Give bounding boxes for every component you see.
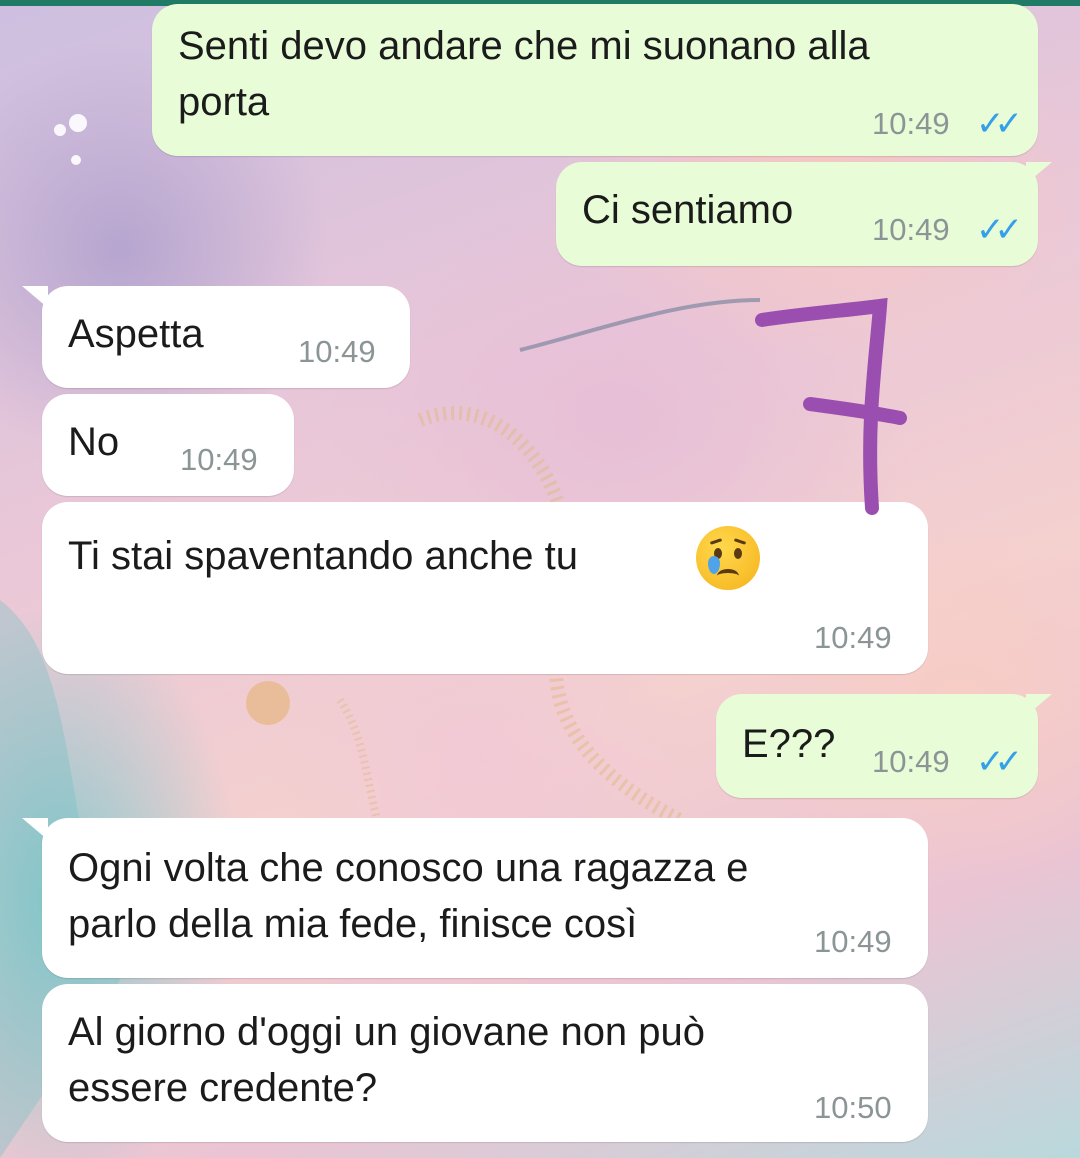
message-text: Al giorno d'oggi un giovane non può esse… <box>68 1010 706 1110</box>
read-receipt-icon: ✓✓ <box>976 743 1023 781</box>
message-text: E??? <box>742 722 836 766</box>
message-bubble-incoming[interactable]: No 10:49 <box>42 394 294 496</box>
message-text: Ci sentiamo <box>582 188 794 232</box>
bubble-tail <box>1026 162 1052 184</box>
message-bubble-outgoing[interactable]: E??? 10:49 ✓✓ <box>716 694 1052 798</box>
message-time: 10:49 <box>872 106 950 141</box>
message-time: 10:49 <box>180 442 258 477</box>
message-bubble-incoming[interactable]: Ogni volta che conosco una ragazza e par… <box>22 818 928 978</box>
message-bubble-incoming[interactable]: Al giorno d'oggi un giovane non può esse… <box>42 984 928 1142</box>
message-bubble-outgoing[interactable]: Senti devo andare che mi suonano alla po… <box>152 4 1038 156</box>
message-time: 10:49 <box>298 334 376 369</box>
message-time: 10:50 <box>814 1090 892 1125</box>
read-receipt-icon: ✓✓ <box>976 105 1023 143</box>
crying-face-emoji-icon <box>696 526 760 590</box>
message-text: Ogni volta che conosco una ragazza e par… <box>68 846 749 946</box>
message-bubble-incoming[interactable]: Aspetta 10:49 <box>22 286 410 388</box>
message-time: 10:49 <box>872 212 950 247</box>
message-text: Senti devo andare che mi suonano alla po… <box>178 24 870 124</box>
bubble-tail <box>1026 694 1052 716</box>
message-text: Ti stai spaventando anche tu <box>68 534 578 578</box>
message-time: 10:49 <box>872 744 950 779</box>
message-bubble-outgoing[interactable]: Ci sentiamo 10:49 ✓✓ <box>556 162 1052 266</box>
message-bubble-incoming[interactable]: Ti stai spaventando anche tu 10:49 <box>42 502 928 674</box>
bubble-tail <box>22 818 48 840</box>
message-time: 10:49 <box>814 924 892 959</box>
message-text: No <box>68 420 120 464</box>
message-time: 10:49 <box>814 620 892 655</box>
message-text: Aspetta <box>68 312 204 356</box>
read-receipt-icon: ✓✓ <box>976 211 1023 249</box>
bubble-tail <box>22 286 48 308</box>
